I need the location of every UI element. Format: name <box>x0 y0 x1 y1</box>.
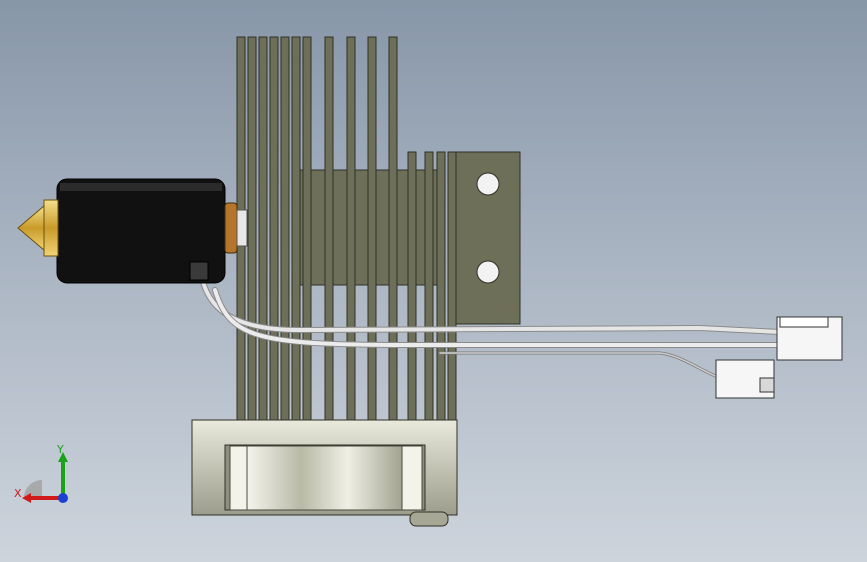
connector-small[interactable] <box>715 359 775 399</box>
heatsink[interactable] <box>236 36 457 421</box>
z-axis-point <box>58 493 68 503</box>
mount-hole-top <box>476 172 500 196</box>
nozzle[interactable] <box>17 199 59 257</box>
connector-large[interactable] <box>776 316 843 361</box>
heatsink-fin <box>258 36 268 421</box>
heatsink-fin <box>424 151 434 421</box>
triad-grey-wedge <box>24 480 42 498</box>
heatsink-fin <box>280 36 290 421</box>
mount-hole-bottom <box>476 260 500 284</box>
heatsink-fin <box>269 36 279 421</box>
x-axis-label: X <box>14 487 22 500</box>
orientation-triad: Y X <box>14 443 68 503</box>
heater-block[interactable] <box>56 178 226 284</box>
hotend-assembly-model[interactable] <box>0 0 867 562</box>
heatsink-fin <box>388 36 398 421</box>
heatsink-fin <box>447 151 457 421</box>
heatsink-fin <box>436 151 446 421</box>
y-axis-label: Y <box>56 443 64 456</box>
heatsink-fin <box>302 36 312 421</box>
heatsink-fin <box>324 36 334 421</box>
heatsink-fin <box>247 36 257 421</box>
heatsink-fin <box>346 36 356 421</box>
cad-viewport[interactable]: Y X <box>0 0 867 562</box>
mounting-plate[interactable] <box>452 151 521 325</box>
heater-cartridge-end <box>224 202 248 254</box>
heatsink-fin <box>291 36 301 421</box>
heatsink-fin <box>407 151 417 421</box>
heatsink-fin <box>367 36 377 421</box>
